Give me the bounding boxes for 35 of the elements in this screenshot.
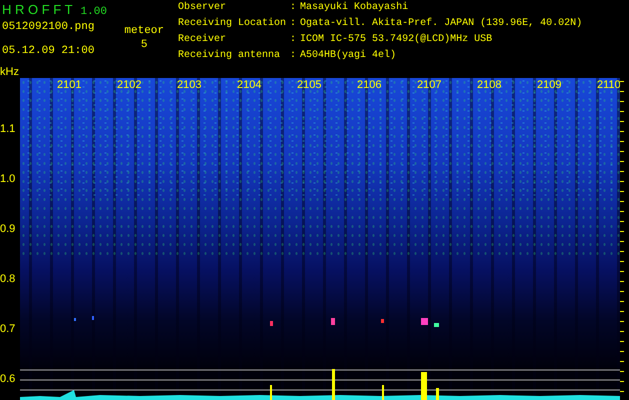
info-label: Receiving antenna bbox=[178, 50, 282, 63]
colon-separator: : bbox=[290, 2, 296, 15]
time-label: 2108 bbox=[477, 79, 502, 91]
colon-separator: : bbox=[290, 34, 296, 47]
version-label: 1.00 bbox=[80, 5, 107, 20]
frequency-label: 1.0 bbox=[0, 173, 16, 185]
info-label: Receiver bbox=[178, 34, 228, 47]
app-title: H R O F F T bbox=[2, 2, 73, 18]
file-name: 0512092100.png bbox=[2, 21, 94, 33]
time-label: 2103 bbox=[177, 79, 202, 91]
time-label: 2107 bbox=[417, 79, 442, 91]
frequency-label: 0.9 bbox=[0, 223, 16, 235]
info-value: Masayuki Kobayashi bbox=[300, 2, 410, 15]
time-label: 2104 bbox=[237, 79, 262, 91]
info-label: Receiving Location bbox=[178, 18, 286, 31]
date-time: 05.12.09 21:00 bbox=[2, 45, 94, 57]
info-value: ICOM IC-575 53.7492(@LCD)MHz USB bbox=[300, 34, 494, 47]
frequency-label: 0.7 bbox=[0, 323, 16, 335]
frequency-label: 0.6 bbox=[0, 373, 16, 385]
colon-separator: : bbox=[290, 18, 296, 31]
colon-separator: : bbox=[290, 50, 296, 63]
unit-label: kHz bbox=[0, 66, 19, 78]
frequency-label: 0.8 bbox=[0, 273, 16, 285]
frequency-label: 1.1 bbox=[0, 123, 16, 135]
info-value: A504HB(yagi 4el) bbox=[300, 50, 398, 63]
time-label: 2109 bbox=[537, 79, 562, 91]
time-label: 2105 bbox=[297, 79, 322, 91]
meteor-count: 5 bbox=[140, 38, 148, 52]
time-label: 2110 bbox=[597, 79, 620, 91]
info-label: Observer bbox=[178, 2, 228, 15]
time-label: 2106 bbox=[357, 79, 382, 91]
time-label: 2102 bbox=[117, 79, 142, 91]
meteor-label: meteor bbox=[124, 24, 164, 38]
info-value: Ogata-vill. Akita-Pref. JAPAN (139.96E, 40.02N) bbox=[300, 18, 582, 31]
time-label: 2101 bbox=[57, 79, 82, 91]
